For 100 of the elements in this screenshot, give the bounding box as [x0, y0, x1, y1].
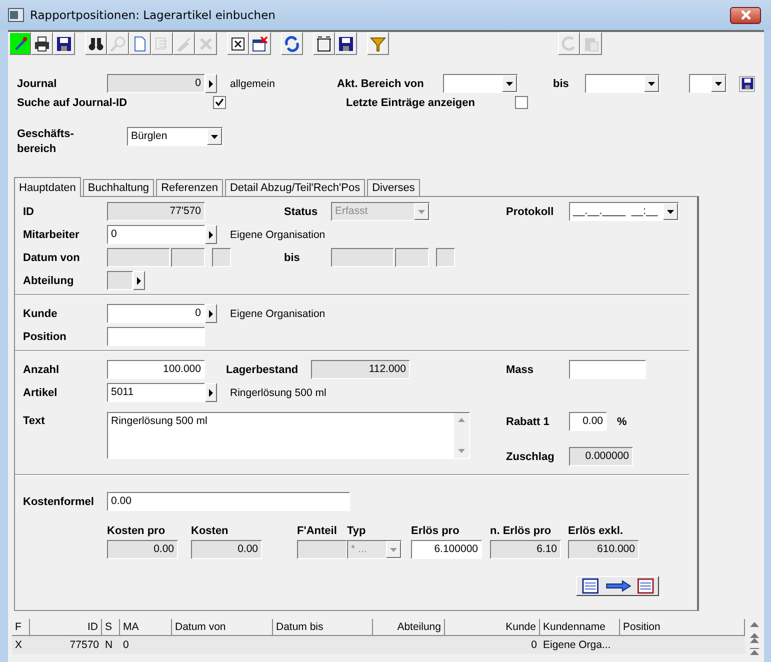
lookup-button[interactable] [205, 383, 217, 402]
lookup-button[interactable] [205, 304, 217, 323]
article-name: Ringerlösung 500 ml [230, 386, 326, 398]
column-header[interactable]: Datum bis [273, 619, 373, 635]
percent-unit: % [617, 416, 627, 428]
list-arrow-list-icon [582, 578, 654, 594]
field-label: Kunde [23, 308, 58, 320]
toolbar-button[interactable] [9, 32, 31, 55]
discount-field[interactable]: 0.00 [569, 412, 607, 431]
checkbox-label: Letzte Einträge anzeigen [346, 96, 476, 108]
cost-formula-field[interactable]: 0.00 [107, 492, 350, 511]
lookup-button[interactable] [205, 225, 217, 244]
tab[interactable]: Referenzen [156, 179, 223, 196]
column-header[interactable]: Kunde [445, 619, 540, 635]
table-cell: N [105, 639, 113, 651]
employee-name: Eigene Organisation [230, 228, 326, 240]
field-label: Status [284, 206, 319, 218]
field-label: bis [284, 252, 301, 264]
toolbar-button[interactable] [367, 32, 389, 55]
field-label: Rabatt 1 [506, 416, 550, 428]
column-header[interactable]: Abteilung [373, 619, 445, 635]
quantity-field[interactable]: 100.000 [107, 360, 205, 379]
toolbar-button[interactable] [249, 32, 271, 55]
pencil-icon [12, 36, 28, 52]
cross-box-icon [230, 36, 246, 52]
measure-field[interactable] [569, 360, 646, 379]
checkbox[interactable] [213, 96, 226, 109]
scrollbar[interactable] [454, 413, 469, 458]
tab[interactable]: Diverses [367, 179, 420, 196]
journal-name: allgemein [230, 78, 276, 90]
checkbox[interactable] [515, 96, 528, 109]
toolbar-button[interactable] [313, 32, 335, 55]
date-field[interactable] [212, 248, 231, 267]
toolbar-button[interactable] [227, 32, 249, 55]
protocol-combo[interactable]: __.__.____ __:__ [569, 202, 679, 221]
field-label: Journal [17, 78, 58, 90]
column-header[interactable]: ID [30, 619, 102, 635]
journal-field[interactable]: 0 [107, 74, 205, 93]
customer-field[interactable]: 0 [107, 304, 205, 323]
binoculars-icon [88, 36, 104, 52]
refresh-icon [284, 36, 300, 52]
field-label: Lagerbestand [226, 364, 300, 376]
caret-icon [211, 134, 218, 138]
employee-field[interactable]: 0 [107, 225, 205, 244]
text-area[interactable]: Ringerlösung 500 ml [107, 412, 470, 459]
tab[interactable]: Buchhaltung [82, 179, 154, 196]
field-label: ID [23, 206, 35, 218]
article-field[interactable]: 5011 [107, 383, 205, 402]
field-label: Kostenformel [23, 496, 95, 508]
save-icon [56, 36, 72, 52]
column-label: Kosten [191, 525, 230, 537]
column-header[interactable]: MA [120, 619, 172, 635]
amount-field[interactable]: 6.100000 [411, 540, 482, 559]
caret-icon [667, 210, 674, 214]
undo-icon [561, 36, 577, 52]
tab[interactable]: Hauptdaten [14, 177, 81, 197]
department-field[interactable] [107, 271, 133, 290]
save-icon [740, 77, 754, 90]
business-area-combo[interactable]: Bürglen [127, 127, 223, 146]
close-button[interactable] [730, 6, 761, 24]
range-to-combo[interactable] [585, 74, 660, 93]
toolbar-button[interactable] [53, 32, 75, 55]
caret-icon [137, 276, 141, 284]
range-from-combo[interactable] [443, 74, 518, 93]
paste-icon [583, 36, 599, 52]
date-field[interactable] [436, 248, 455, 267]
lookup-button[interactable] [205, 74, 217, 93]
column-header[interactable]: Datum von [172, 619, 273, 635]
field-label: Text [23, 415, 46, 427]
date-field[interactable] [331, 248, 394, 267]
column-label: n. Erlös pro [490, 525, 552, 537]
table-cell: X [15, 639, 22, 651]
window-cross-icon [252, 36, 268, 52]
date-field[interactable] [395, 248, 429, 267]
close-icon [740, 10, 750, 20]
lookup-button[interactable] [133, 271, 145, 290]
toolbar-button[interactable] [281, 32, 303, 55]
column-header[interactable]: S [102, 619, 120, 635]
document-icon [132, 36, 148, 52]
range-combo[interactable] [689, 74, 727, 93]
date-field[interactable] [107, 248, 170, 267]
caret-icon [209, 310, 213, 318]
amount-field: 6.10 [490, 540, 561, 559]
table-cell: 0 [123, 639, 129, 651]
transfer-button[interactable] [576, 576, 659, 596]
toolbar-button[interactable] [335, 32, 357, 55]
column-header[interactable]: Kundenname [540, 619, 620, 635]
field-label: Artikel [23, 386, 58, 398]
field-label: Akt. Bereich von [337, 78, 425, 90]
position-field[interactable] [107, 327, 205, 346]
surcharge-field: 0.000000 [569, 447, 633, 466]
column-header[interactable]: F [12, 619, 30, 635]
save-button[interactable] [739, 76, 755, 92]
table-cell: 77570 [70, 639, 99, 651]
date-field[interactable] [171, 248, 205, 267]
window-title: Rapportpositionen: Lagerartikel einbuchen [30, 8, 276, 22]
toolbar-button[interactable] [85, 32, 107, 55]
column-header[interactable]: Position [620, 619, 745, 635]
tab[interactable]: Detail Abzug/Teil'Rech'Pos [224, 179, 366, 196]
toolbar-button[interactable] [31, 32, 53, 55]
